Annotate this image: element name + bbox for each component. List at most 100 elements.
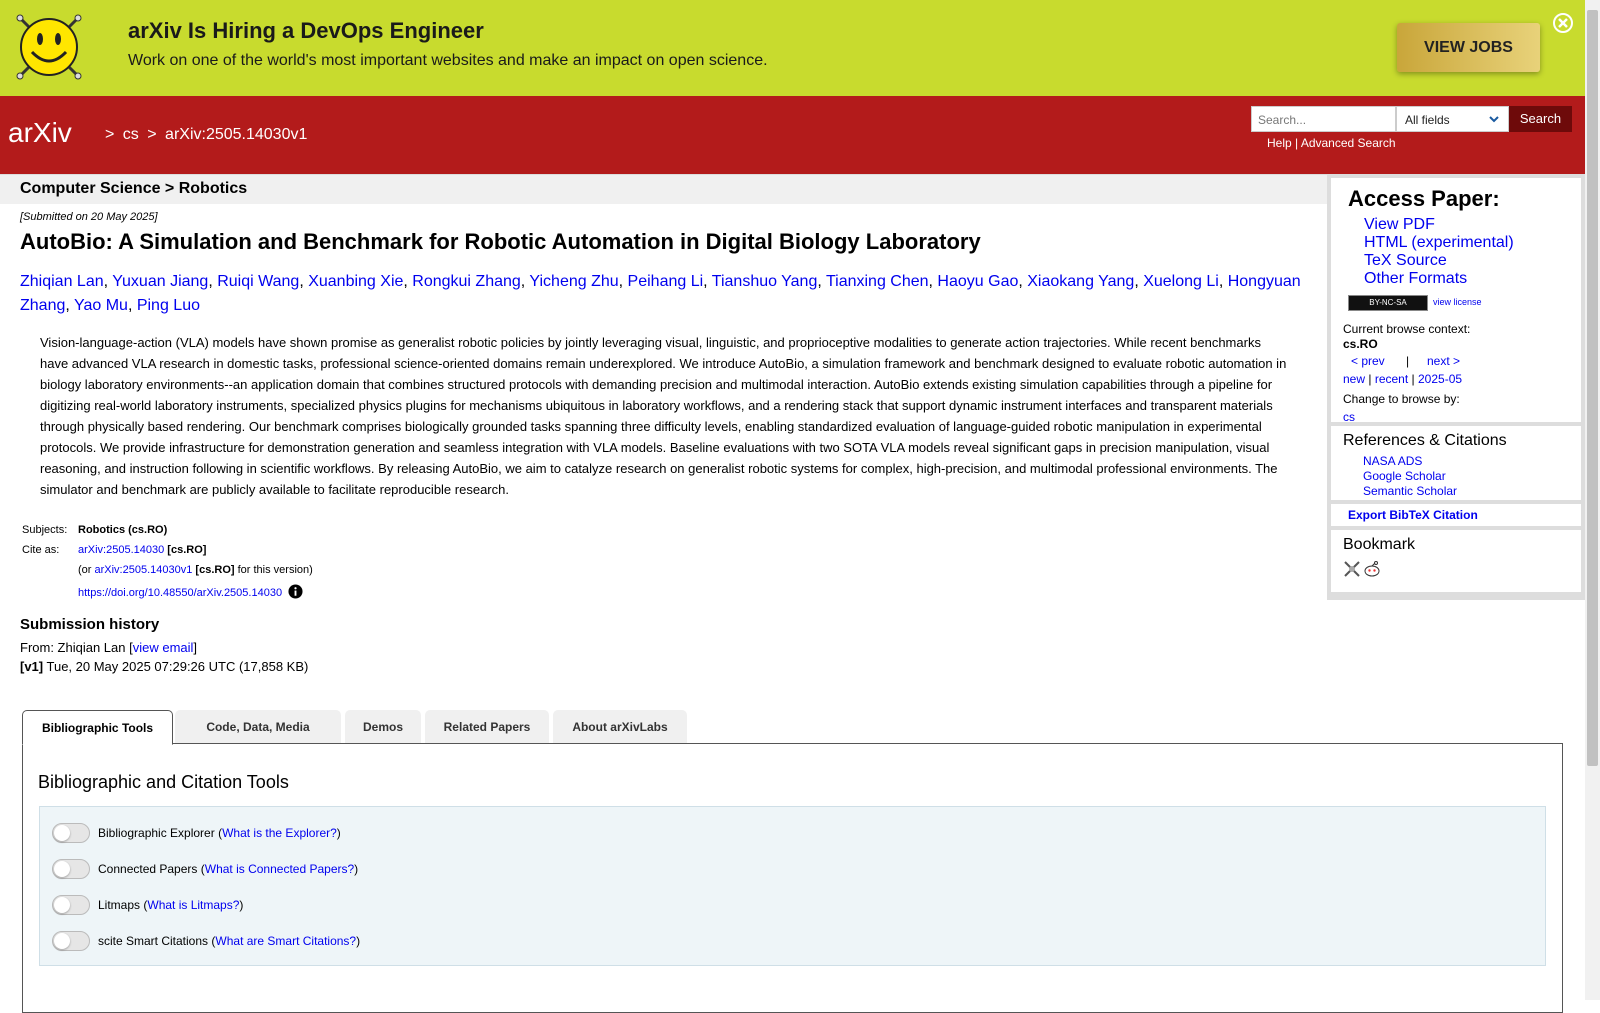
semantic-scholar-link[interactable]: Semantic Scholar (1363, 484, 1457, 498)
month-link[interactable]: 2025-05 (1418, 372, 1462, 386)
breadcrumb-separator: > (147, 126, 157, 143)
author-link[interactable]: Tianshuo Yang (712, 273, 818, 290)
link-separator: | (1295, 136, 1299, 150)
view-email-link[interactable]: view email (133, 640, 194, 655)
author-link[interactable]: Yao Mu (74, 297, 128, 314)
prev-link[interactable]: < prev (1351, 354, 1385, 368)
author-link[interactable]: Rongkui Zhang (412, 273, 521, 290)
from-prefix: From: Zhiqian Lan [ (20, 640, 133, 655)
submitted-date: [Submitted on 20 May 2025] (20, 211, 158, 223)
author-link[interactable]: Peihang Li (628, 273, 704, 290)
other-formats-link[interactable]: Other Formats (1364, 270, 1467, 287)
info-icon[interactable] (288, 584, 303, 599)
nav-separator: | (1368, 372, 1372, 386)
view-license-link[interactable]: view license (1433, 297, 1482, 307)
author-link[interactable]: Yicheng Zhu (529, 273, 618, 290)
tab-code-data-media[interactable]: Code, Data, Media (175, 710, 341, 744)
search-button[interactable]: Search (1509, 106, 1572, 132)
version-entry: [v1] Tue, 20 May 2025 07:29:26 UTC (17,8… (20, 659, 308, 674)
version-details: Tue, 20 May 2025 07:29:26 UTC (17,858 KB… (43, 659, 309, 674)
banner-title: arXiv Is Hiring a DevOps Engineer (128, 18, 484, 43)
next-link[interactable]: next > (1427, 354, 1460, 368)
tool-help-link[interactable]: What is Connected Papers? (205, 862, 354, 876)
browse-cs-link[interactable]: cs (1343, 410, 1355, 424)
version-link[interactable]: arXiv:2505.14030v1 (95, 564, 193, 576)
cite-tag: [cs.RO] (167, 544, 207, 556)
tab-bibliographic-tools[interactable]: Bibliographic Tools (22, 710, 173, 745)
tab-about-arxivlabs[interactable]: About arXivLabs (553, 710, 687, 744)
tool-help-link[interactable]: What are Smart Citations? (215, 934, 356, 948)
doi-link[interactable]: https://doi.org/10.48550/arXiv.2505.1403… (78, 587, 282, 599)
litmaps-toggle[interactable] (52, 895, 90, 915)
search-field-select[interactable]: All fields (1396, 106, 1509, 132)
cite-link[interactable]: arXiv:2505.14030 (78, 544, 164, 556)
access-paper-title: Access Paper: (1348, 186, 1500, 211)
browse-context-box: Current browse context: cs.RO < prev | n… (1331, 318, 1581, 424)
nasa-ads-link[interactable]: NASA ADS (1363, 454, 1422, 468)
author-list: Zhiqian Lan, Yuxuan Jiang, Ruiqi Wang, X… (20, 273, 1301, 314)
breadcrumb-paper-id: arXiv:2505.14030v1 (165, 126, 308, 143)
page-scrollbar[interactable] (1585, 0, 1600, 1000)
author-link[interactable]: Ping Luo (137, 297, 200, 314)
subjects-label: Subjects: (22, 524, 68, 536)
view-pdf-link[interactable]: View PDF (1364, 216, 1435, 233)
scrollbar-thumb[interactable] (1587, 10, 1598, 766)
author-link[interactable]: Ruiqi Wang (217, 273, 299, 290)
tex-source-link[interactable]: TeX Source (1364, 252, 1447, 269)
tab-demos[interactable]: Demos (345, 710, 421, 744)
paper-title: AutoBio: A Simulation and Benchmark for … (20, 229, 981, 254)
explorer-toggle[interactable] (52, 823, 90, 843)
references-box: References & Citations NASA ADS Google S… (1331, 426, 1581, 500)
smiley-icon (16, 14, 82, 80)
arxiv-logo-text: arXiv (8, 117, 72, 148)
advanced-search-link[interactable]: Advanced Search (1301, 136, 1396, 150)
cite-label: Cite as: (22, 544, 60, 556)
recent-link[interactable]: recent (1375, 372, 1408, 386)
html-link[interactable]: HTML (experimental) (1364, 234, 1514, 251)
prev-next-separator: | (1406, 354, 1410, 368)
tools-box: Bibliographic Explorer (What is the Expl… (39, 806, 1546, 966)
bookmark-box: Bookmark (1331, 530, 1581, 592)
bibsonomy-icon[interactable] (1343, 560, 1361, 578)
banner-subtitle: Work on one of the world's most importan… (128, 52, 768, 69)
access-paper-box: Access Paper: View PDF HTML (experimenta… (1331, 178, 1581, 318)
export-box: Export BibTeX Citation (1331, 504, 1581, 526)
search-input[interactable]: Search... (1251, 106, 1396, 132)
scite-toggle[interactable] (52, 931, 90, 951)
author-link[interactable]: Xiaokang Yang (1027, 273, 1134, 290)
connected-papers-toggle[interactable] (52, 859, 90, 879)
breadcrumb: > cs > arXiv:2505.14030v1 (105, 126, 311, 144)
author-link[interactable]: Zhiqian Lan (20, 273, 104, 290)
from-suffix: ] (193, 640, 198, 655)
submission-from: From: Zhiqian Lan [view email] (20, 640, 197, 655)
author-link[interactable]: Haoyu Gao (937, 273, 1018, 290)
author-link[interactable]: Tianxing Chen (826, 273, 929, 290)
subjects-value: Robotics (cs.RO) (78, 524, 168, 536)
reddit-icon[interactable] (1363, 560, 1381, 578)
breadcrumb-separator: > (105, 126, 115, 143)
version-prefix: (or (78, 564, 95, 576)
author-link[interactable]: Xuanbing Xie (308, 273, 403, 290)
tool-name: Connected Papers (98, 862, 198, 876)
arxiv-logo[interactable]: arXiv (8, 112, 100, 154)
tool-help-link[interactable]: What is the Explorer? (222, 826, 337, 840)
view-jobs-button[interactable]: VIEW JOBS (1397, 23, 1540, 72)
tool-help-link[interactable]: What is Litmaps? (147, 898, 239, 912)
tool-name: scite Smart Citations (98, 934, 209, 948)
help-link[interactable]: Help (1267, 136, 1292, 150)
google-scholar-link[interactable]: Google Scholar (1363, 469, 1446, 483)
version-tag: [cs.RO] (195, 564, 235, 576)
author-link[interactable]: Xuelong Li (1143, 273, 1219, 290)
references-title: References & Citations (1343, 432, 1507, 449)
license-badge[interactable]: BY-NC-SA (1348, 295, 1428, 311)
chevron-down-icon (1489, 116, 1499, 123)
sidebar: Access Paper: View PDF HTML (experimenta… (1327, 174, 1585, 600)
tool-name: Bibliographic Explorer (98, 826, 215, 840)
tab-related-papers[interactable]: Related Papers (425, 710, 549, 744)
tool-name: Litmaps (98, 898, 141, 912)
author-link[interactable]: Yuxuan Jiang (112, 273, 208, 290)
breadcrumb-cs[interactable]: cs (123, 126, 139, 143)
export-bibtex-link[interactable]: Export BibTeX Citation (1348, 508, 1478, 522)
new-link[interactable]: new (1343, 372, 1365, 386)
close-icon[interactable] (1552, 12, 1574, 34)
